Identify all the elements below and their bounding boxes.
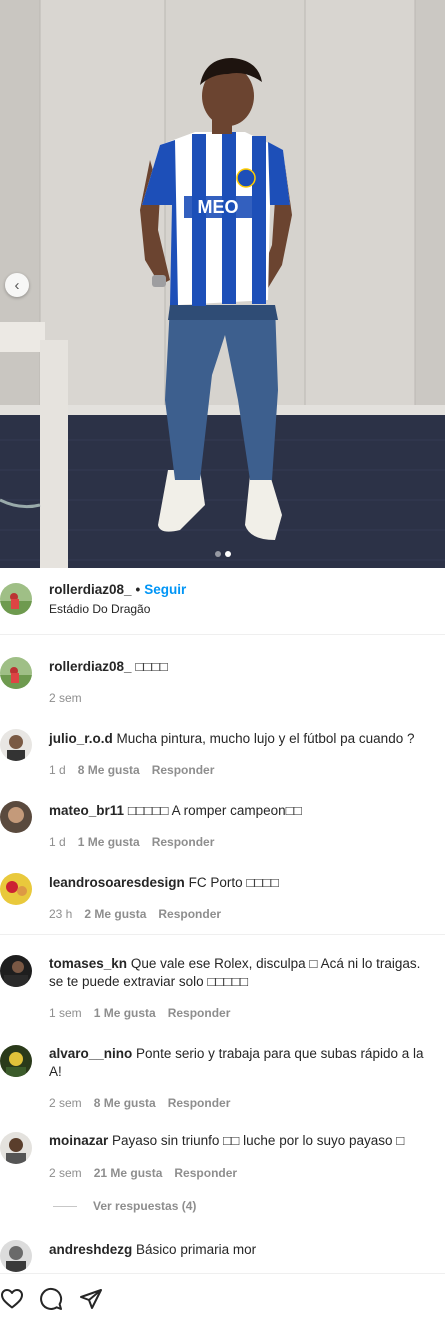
carousel-dot: [214, 551, 221, 557]
comment-username[interactable]: tomases_kn: [49, 956, 127, 971]
avatar[interactable]: [0, 583, 32, 615]
comment-time[interactable]: 1 sem: [49, 1006, 82, 1020]
comment-time[interactable]: 2 sem: [49, 1096, 82, 1110]
comment-text-row: rollerdiaz08_ □□□□: [49, 658, 434, 676]
comment-text: □□□□: [135, 659, 168, 674]
post-author-row: rollerdiaz08_ • Seguir: [49, 582, 186, 597]
comment-meta: 1 sem 1 Me gusta Responder: [49, 1006, 242, 1020]
carousel-prev-button[interactable]: ‹: [5, 273, 29, 297]
post-username[interactable]: rollerdiaz08_: [49, 582, 132, 597]
comment-username[interactable]: leandrosoaresdesign: [49, 875, 185, 890]
comment-text-row: moinazar Payaso sin triunfo □□ luche por…: [49, 1132, 434, 1150]
comment-time[interactable]: 2 sem: [49, 1166, 82, 1180]
comment-time[interactable]: 2 sem: [49, 691, 82, 705]
chevron-left-icon: ‹: [14, 276, 20, 294]
comment-text-row: mateo_br11 □□□□□ A romper campeon□□: [49, 802, 434, 820]
comment-text: FC Porto □□□□: [188, 875, 279, 890]
comment-text: Payaso sin triunfo □□ luche por lo suyo …: [112, 1133, 405, 1148]
comment-text-row: andreshdezg Básico primaria mor: [49, 1241, 434, 1259]
comment-time[interactable]: 1 d: [49, 835, 66, 849]
comment-likes[interactable]: 2 Me gusta: [84, 907, 146, 921]
divider: [0, 934, 445, 935]
comment-likes[interactable]: 21 Me gusta: [94, 1166, 163, 1180]
post-image: MEO: [0, 0, 445, 568]
comment-avatar[interactable]: [0, 1240, 32, 1272]
carousel-dots: [0, 551, 445, 557]
comment-likes[interactable]: 1 Me gusta: [94, 1006, 156, 1020]
comment-meta: 2 sem 8 Me gusta Responder: [49, 1096, 242, 1110]
comment-text-row: alvaro__nino Ponte serio y trabaja para …: [49, 1045, 434, 1081]
comment-avatar[interactable]: [0, 1132, 32, 1164]
view-replies-button[interactable]: Ver respuestas (4): [53, 1199, 196, 1213]
comment-text-row: tomases_kn Que vale ese Rolex, disculpa …: [49, 955, 434, 991]
comment-avatar[interactable]: [0, 873, 32, 905]
comment-username[interactable]: moinazar: [49, 1133, 108, 1148]
reply-button[interactable]: Responder: [152, 835, 215, 849]
reply-button[interactable]: Responder: [168, 1006, 231, 1020]
comment-likes[interactable]: 8 Me gusta: [94, 1096, 156, 1110]
carousel-dot-active: [224, 551, 231, 557]
separator-dot: •: [135, 582, 141, 597]
comment-meta: 1 d 1 Me gusta Responder: [49, 835, 226, 849]
comment-icon[interactable]: [39, 1287, 63, 1311]
comment-username[interactable]: alvaro__nino: [49, 1046, 132, 1061]
reply-button[interactable]: Responder: [174, 1166, 237, 1180]
comment-text: Básico primaria mor: [136, 1242, 257, 1257]
comment-username[interactable]: julio_r.o.d: [49, 731, 113, 746]
post-location[interactable]: Estádio Do Dragão: [49, 602, 150, 616]
svg-text:MEO: MEO: [197, 197, 238, 217]
comment-avatar[interactable]: [0, 801, 32, 833]
comment-likes[interactable]: 1 Me gusta: [78, 835, 140, 849]
heart-icon[interactable]: [0, 1287, 24, 1311]
reply-button[interactable]: Responder: [158, 907, 221, 921]
comment-username[interactable]: rollerdiaz08_: [49, 659, 132, 674]
comment-avatar[interactable]: [0, 955, 32, 987]
comment-meta: 1 d 8 Me gusta Responder: [49, 763, 226, 777]
share-icon[interactable]: [79, 1287, 103, 1311]
follow-button[interactable]: Seguir: [144, 582, 186, 597]
comment-username[interactable]: mateo_br11: [49, 803, 124, 818]
comment-time[interactable]: 23 h: [49, 907, 72, 921]
comment-username[interactable]: andreshdezg: [49, 1242, 132, 1257]
comment-avatar[interactable]: [0, 657, 32, 689]
reply-button[interactable]: Responder: [168, 1096, 231, 1110]
comment-text-row: leandrosoaresdesign FC Porto □□□□: [49, 874, 434, 892]
reply-button[interactable]: Responder: [152, 763, 215, 777]
comment-likes[interactable]: 8 Me gusta: [78, 763, 140, 777]
comment-text: Mucha pintura, mucho lujo y el fútbol pa…: [116, 731, 415, 746]
comment-text: □□□□□ A romper campeon□□: [127, 803, 302, 818]
comment-avatar[interactable]: [0, 1045, 32, 1077]
view-replies-label: Ver respuestas (4): [93, 1199, 197, 1213]
post-photo[interactable]: MEO ‹: [0, 0, 445, 568]
comment-meta: 2 sem 21 Me gusta Responder: [49, 1166, 249, 1180]
comment-text-row: julio_r.o.d Mucha pintura, mucho lujo y …: [49, 730, 434, 748]
comment-time[interactable]: 1 d: [49, 763, 66, 777]
comment-meta: 2 sem: [49, 691, 94, 705]
post-action-bar: [0, 1273, 445, 1320]
comment-meta: 23 h 2 Me gusta Responder: [49, 907, 233, 921]
comment-avatar[interactable]: [0, 729, 32, 761]
view-replies-line: [53, 1205, 77, 1207]
